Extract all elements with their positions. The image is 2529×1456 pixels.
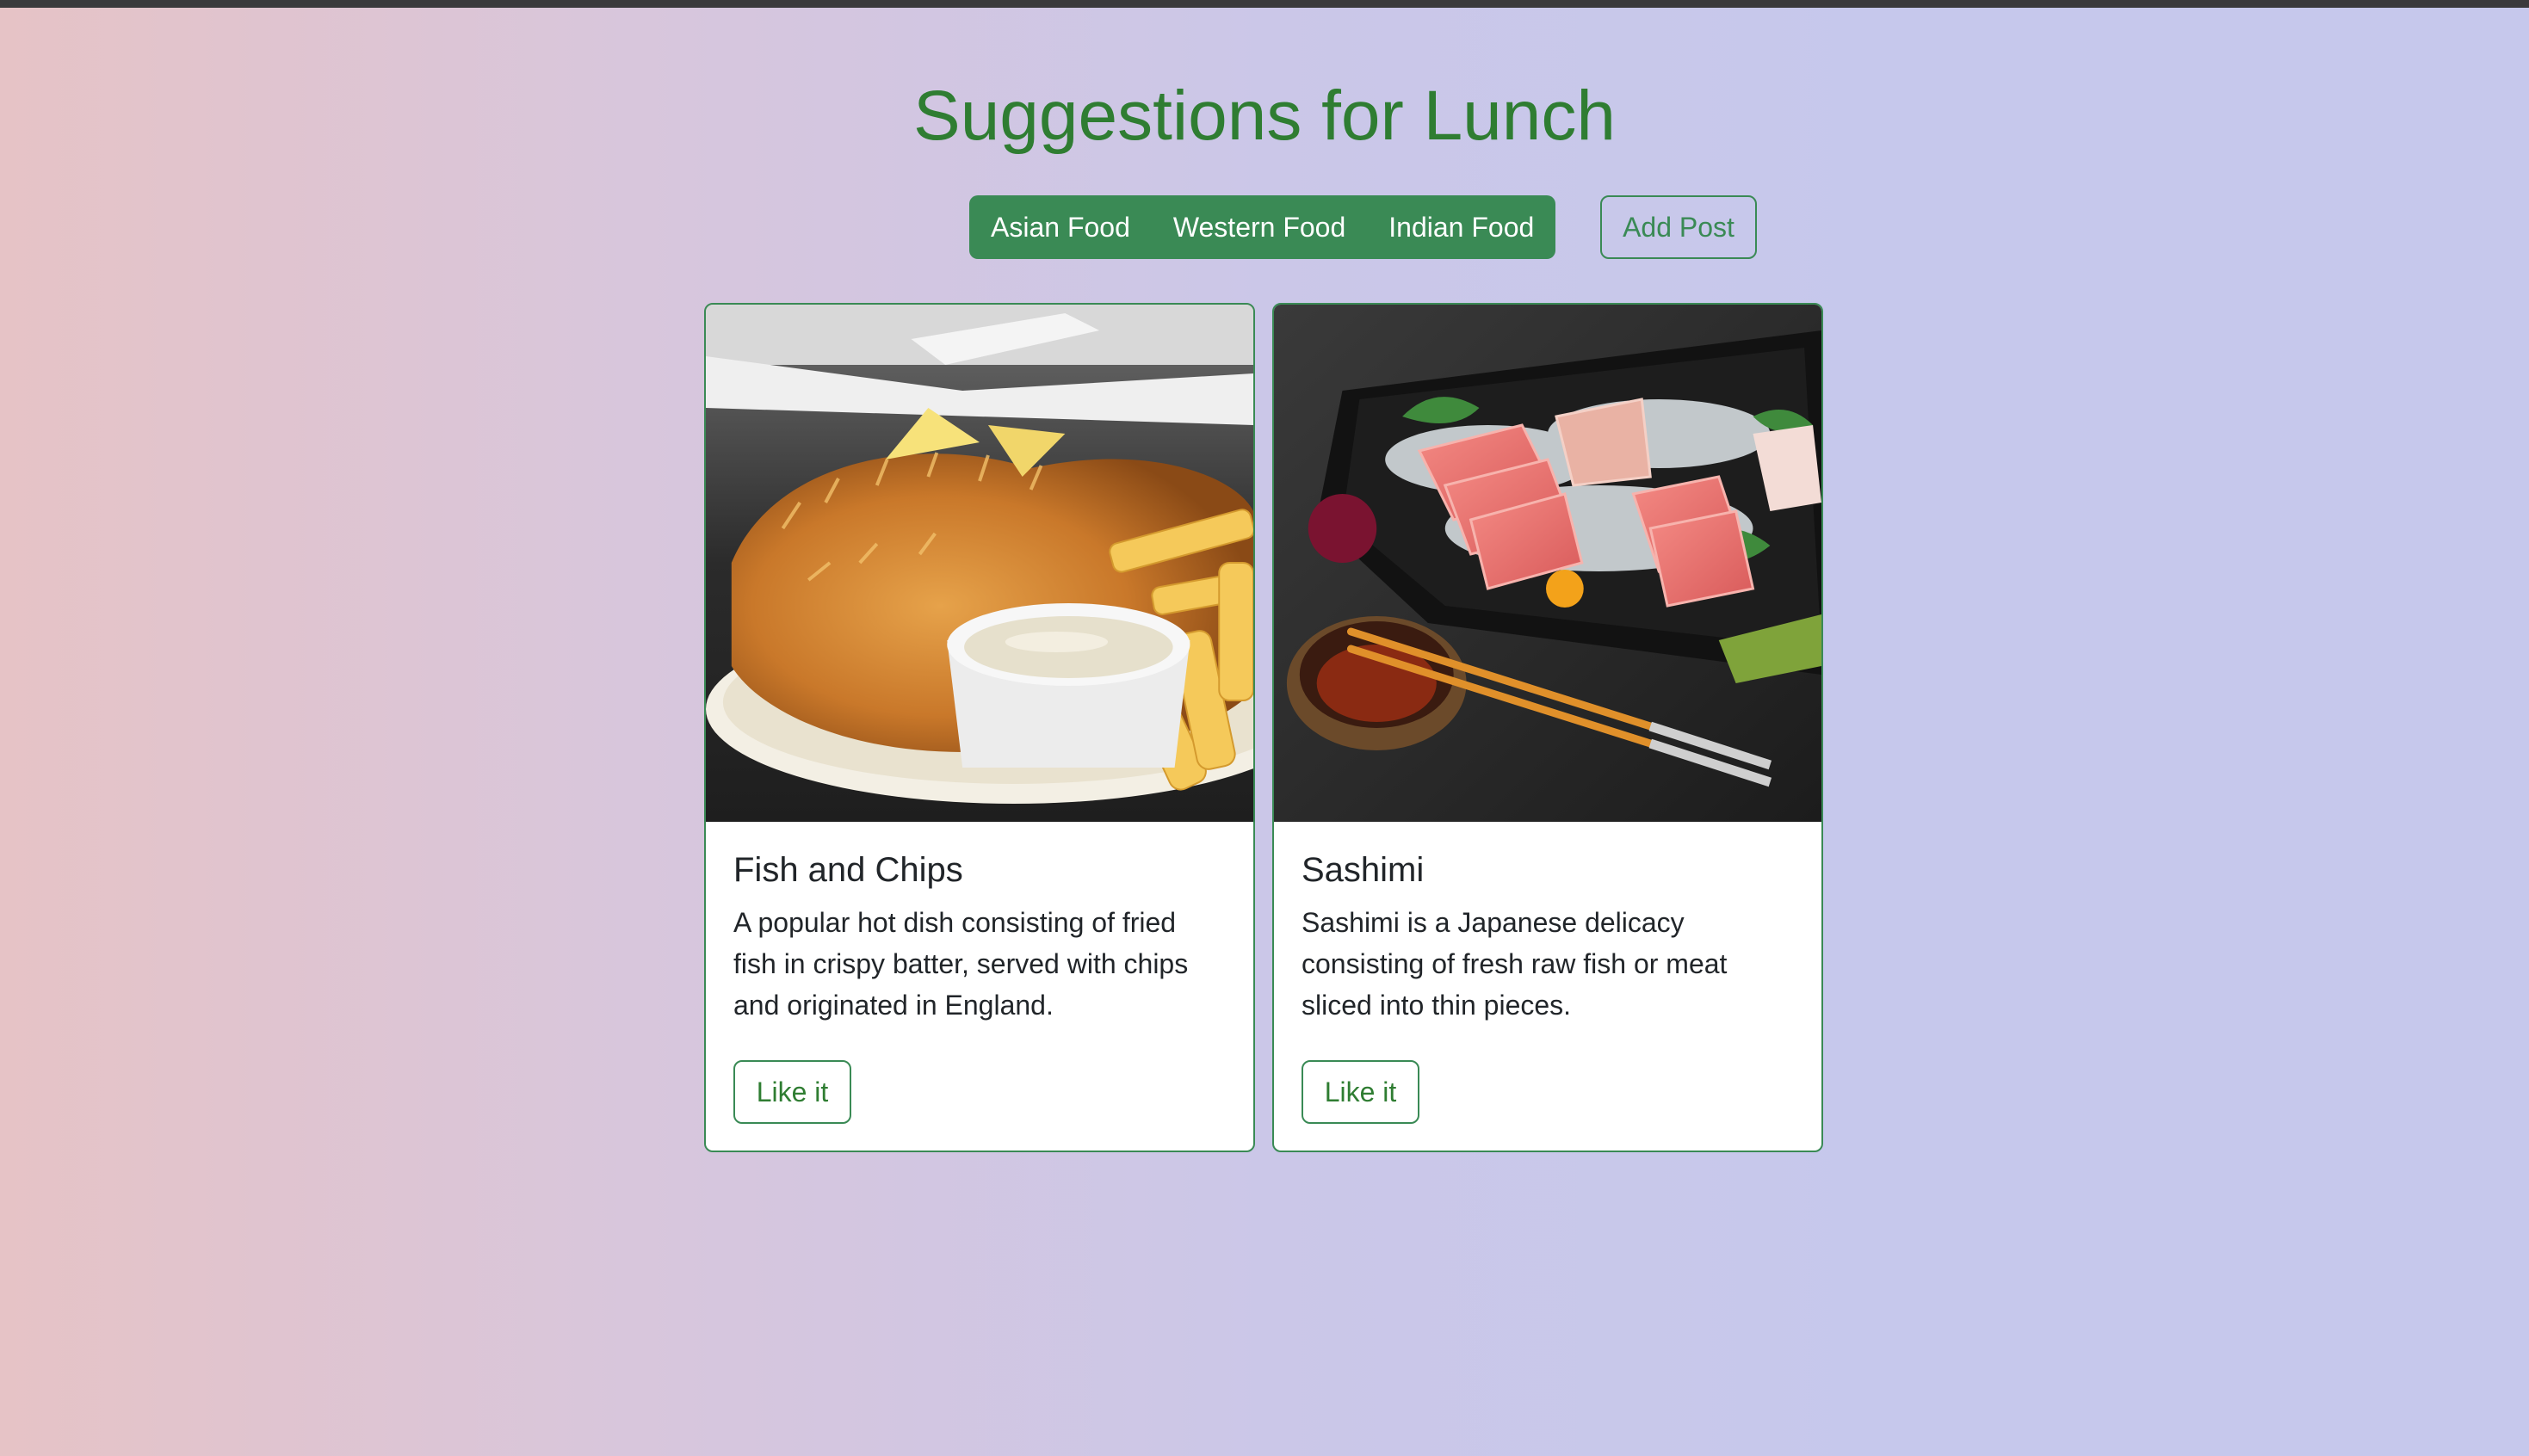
card-title: Fish and Chips [733,851,963,889]
window-top-bar [0,0,2529,8]
category-filter-group: Asian Food Western Food Indian Food [969,195,1556,259]
card-description: Sashimi is a Japanese delicacy consistin… [1302,907,1728,1021]
page-title: Suggestions for Lunch [913,77,1616,155]
fish-and-chips-image [706,305,1253,822]
like-button[interactable]: Like it [733,1060,851,1124]
filter-indian-food-button[interactable]: Indian Food [1367,195,1555,259]
card-title: Sashimi [1302,851,1425,889]
card-description: A popular hot dish consisting of fried f… [733,907,1189,1021]
food-card-fish-and-chips: Fish and Chips A popular hot dish consis… [704,303,1255,1152]
add-post-button[interactable]: Add Post [1600,195,1757,259]
food-card-sashimi: Sashimi Sashimi is a Japanese delicacy c… [1272,303,1823,1152]
filter-asian-food-button[interactable]: Asian Food [969,195,1152,259]
like-button[interactable]: Like it [1302,1060,1419,1124]
filter-western-food-button[interactable]: Western Food [1152,195,1367,259]
sashimi-image [1274,305,1821,822]
